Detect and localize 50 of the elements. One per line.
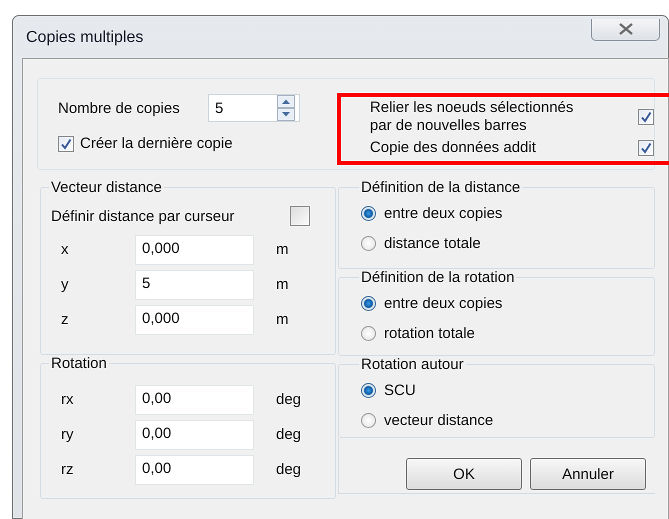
checkbox[interactable] bbox=[638, 109, 654, 125]
radio-label: vecteur distance bbox=[384, 412, 494, 428]
radio-label: SCU bbox=[384, 382, 416, 398]
window-title: Copies multiples bbox=[26, 29, 144, 47]
radio-button[interactable] bbox=[361, 206, 376, 220]
group-title: Rotation autour bbox=[360, 356, 465, 373]
input-field[interactable]: 0,00 bbox=[135, 420, 254, 450]
copies-spinner[interactable]: 5 bbox=[208, 94, 300, 122]
checkbox-label: Relier les noeuds sélectionnés par de nouvelles barres bbox=[370, 99, 574, 135]
input-field[interactable]: 0,00 bbox=[135, 384, 254, 414]
unit-label: deg bbox=[276, 391, 302, 408]
radio-label: entre deux copies bbox=[384, 204, 502, 222]
field-label: x bbox=[60, 241, 70, 258]
radio-label: rotation totale bbox=[384, 324, 475, 342]
radio-button[interactable] bbox=[361, 382, 376, 398]
checkbox-label: Copie des données addit bbox=[370, 139, 537, 157]
input-field[interactable]: 0,00 bbox=[135, 454, 254, 484]
field-label: ry bbox=[60, 426, 74, 443]
input-field[interactable]: 0,000 bbox=[135, 234, 254, 264]
input-field[interactable]: 5 bbox=[135, 270, 254, 300]
checkbox[interactable] bbox=[290, 206, 310, 226]
input-field[interactable]: 0,000 bbox=[135, 304, 254, 334]
field-label: rz bbox=[60, 461, 74, 478]
checkbox-label: Définir distance par curseur bbox=[51, 208, 234, 224]
close-icon bbox=[618, 23, 632, 35]
close-button[interactable] bbox=[591, 18, 660, 40]
ok-button[interactable]: OK bbox=[406, 458, 522, 490]
radio-button[interactable] bbox=[361, 236, 376, 250]
field-label: y bbox=[60, 276, 70, 293]
field-label: z bbox=[60, 311, 70, 328]
group-title: Vecteur distance bbox=[50, 179, 163, 196]
unit-label: m bbox=[276, 311, 288, 328]
checkbox-label: Créer la dernière copie bbox=[80, 135, 233, 152]
radio-button[interactable] bbox=[361, 326, 376, 340]
unit-label: deg bbox=[276, 461, 302, 478]
radio-label: distance totale bbox=[384, 234, 481, 252]
field-label: rx bbox=[60, 391, 74, 408]
checkbox[interactable] bbox=[638, 140, 654, 156]
cancel-button[interactable]: Annuler bbox=[530, 458, 646, 490]
radio-label: entre deux copies bbox=[384, 294, 502, 312]
group-title: Rotation bbox=[50, 355, 108, 372]
checkbox[interactable] bbox=[58, 136, 74, 152]
radio-button[interactable] bbox=[361, 412, 376, 428]
group-title: Définition de la rotation bbox=[360, 269, 516, 286]
copies-label: Nombre de copies bbox=[58, 100, 181, 116]
unit-label: deg bbox=[276, 426, 302, 443]
radio-button[interactable] bbox=[361, 296, 376, 310]
unit-label: m bbox=[276, 276, 288, 293]
unit-label: m bbox=[276, 241, 288, 258]
group-title: Définition de la distance bbox=[360, 179, 522, 196]
